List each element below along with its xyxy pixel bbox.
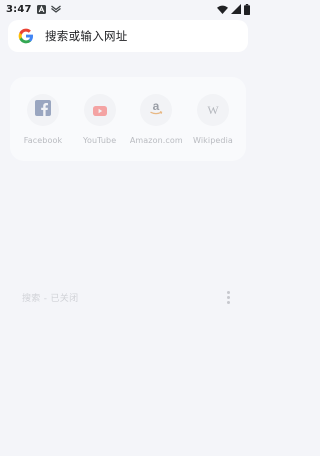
notification-mail-icon: [50, 5, 61, 13]
shortcut-facebook[interactable]: Facebook: [16, 94, 70, 145]
youtube-tile-circle: [83, 94, 116, 126]
facebook-tile-circle: [27, 94, 59, 126]
svg-text:W: W: [207, 104, 219, 116]
wikipedia-tile-circle: W: [196, 94, 229, 126]
wikipedia-icon: W: [205, 101, 221, 120]
svg-text:a: a: [153, 100, 160, 113]
status-time: 3:47: [6, 3, 32, 15]
shortcut-label: Facebook: [23, 136, 63, 145]
shortcut-amazon[interactable]: a Amazon.com: [129, 94, 183, 145]
google-g-icon: [18, 28, 34, 44]
status-right: [217, 3, 250, 15]
search-input[interactable]: 搜索或输入网址: [45, 28, 128, 44]
shortcut-tiles: Facebook YouTube a Amazon.com W Wikipedi…: [10, 94, 246, 145]
shortcut-card: Facebook YouTube a Amazon.com W Wikipedi…: [10, 77, 246, 161]
notification-a-icon: [36, 4, 46, 14]
amazon-icon: a: [149, 99, 163, 120]
closed-search-row[interactable]: 搜索 - 已关闭: [22, 288, 232, 306]
shortcut-wikipedia[interactable]: W Wikipedia: [186, 94, 240, 145]
shortcut-label: YouTube: [83, 136, 117, 145]
more-dot: [226, 290, 230, 294]
shortcut-label: Amazon.com: [129, 136, 183, 145]
youtube-icon: [92, 101, 107, 120]
facebook-icon: [35, 100, 51, 120]
closed-search-label: 搜索 - 已关闭: [22, 293, 79, 304]
battery-icon: [244, 3, 250, 15]
more-dot: [226, 300, 230, 304]
wifi-icon: [217, 5, 228, 14]
shortcut-label: Wikipedia: [193, 136, 233, 145]
more-dot: [226, 295, 230, 299]
status-bar: 3:47: [0, 0, 256, 18]
status-left: 3:47: [6, 4, 61, 15]
more-vert-icon[interactable]: [224, 289, 232, 305]
amazon-tile-circle: a: [140, 94, 173, 126]
search-bar[interactable]: 搜索或输入网址: [8, 20, 248, 52]
shortcut-youtube[interactable]: YouTube: [73, 94, 127, 145]
signal-icon: [231, 4, 241, 14]
